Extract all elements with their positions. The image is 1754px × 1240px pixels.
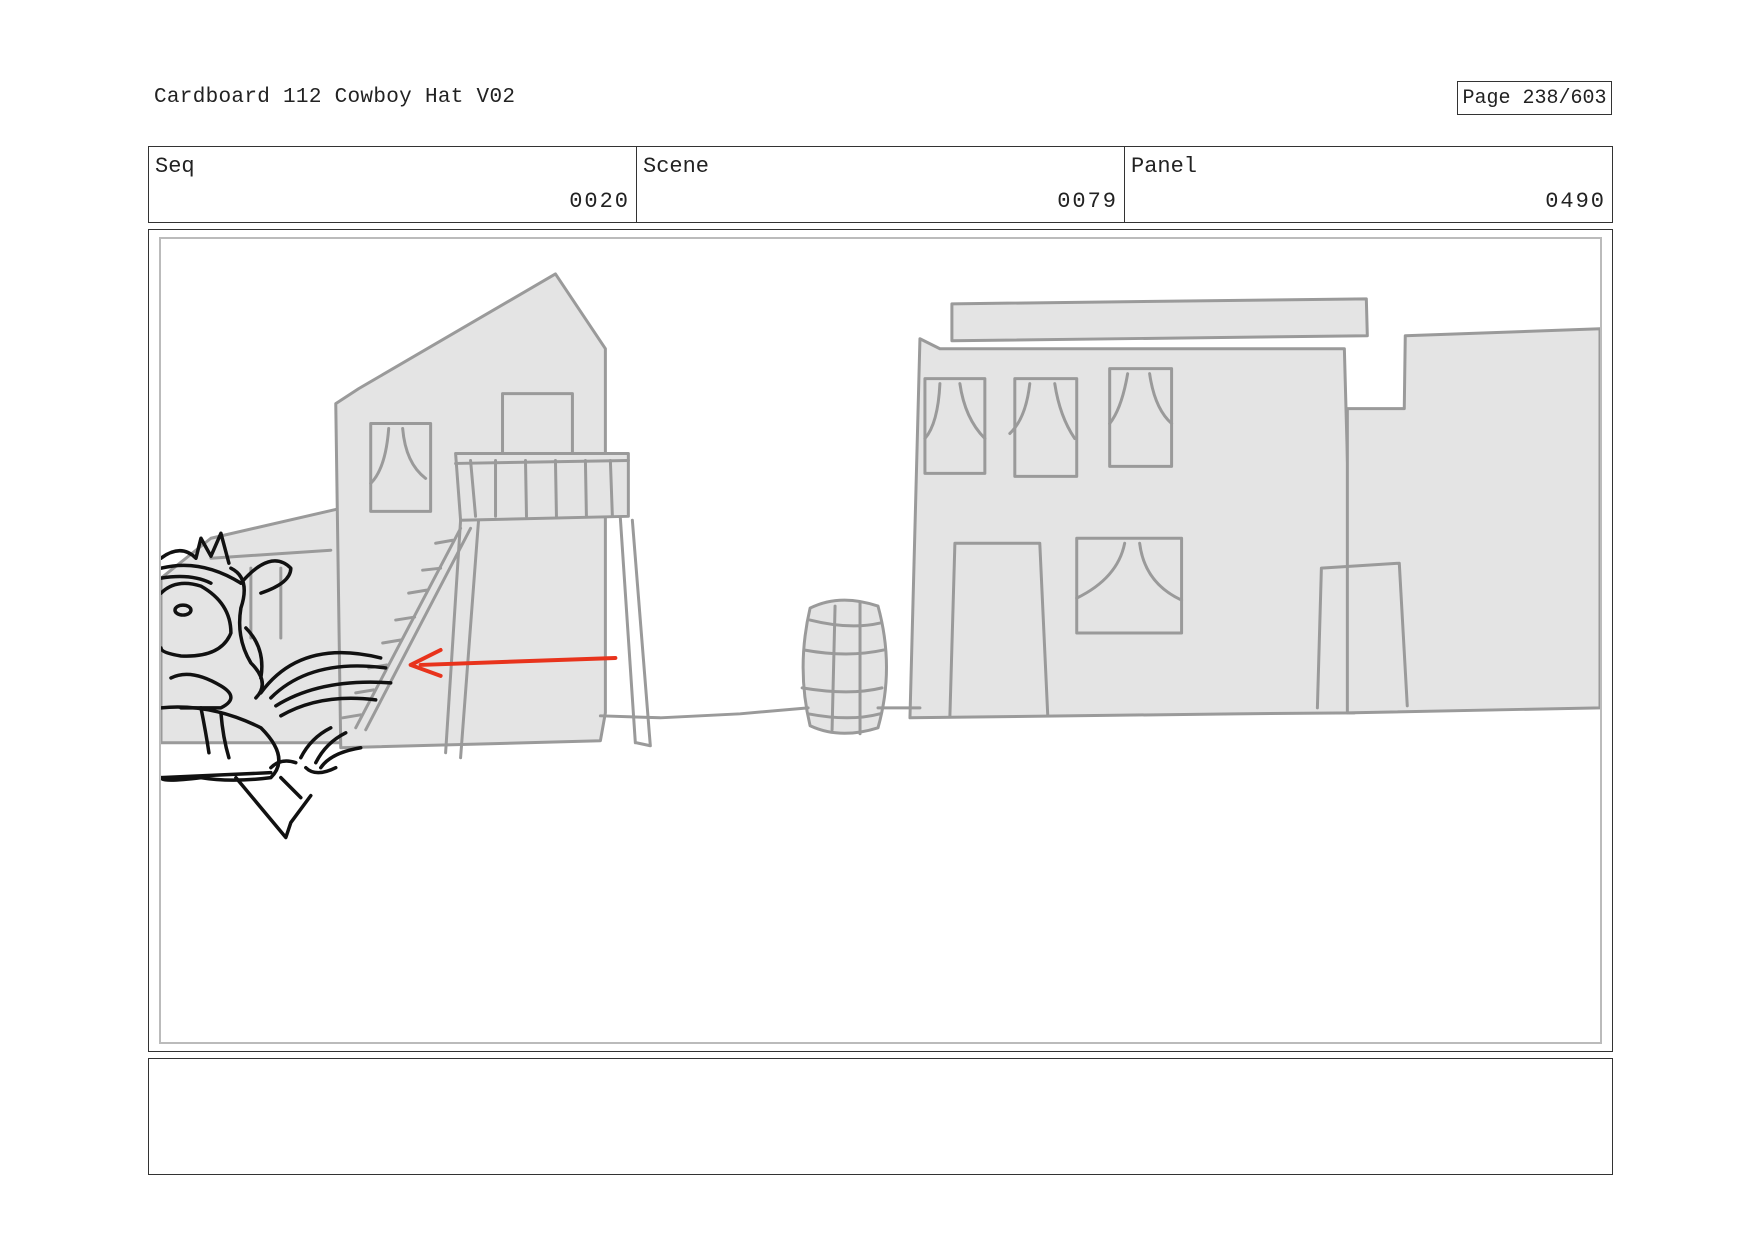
- right-building-sketch: [1345, 327, 1600, 715]
- saloon-roof-sketch: [950, 297, 1369, 343]
- scene-value: 0079: [1057, 189, 1118, 214]
- scene-cell: Scene 0079: [637, 147, 1125, 222]
- panel-label: Panel: [1131, 154, 1198, 179]
- page-number: Page 238/603: [1462, 86, 1607, 110]
- storyboard-sketch: [161, 272, 1600, 840]
- shot-info-table: Seq 0020 Scene 0079 Panel 0490: [148, 146, 1613, 223]
- seq-cell: Seq 0020: [149, 147, 637, 222]
- seq-label: Seq: [155, 154, 195, 179]
- seq-value: 0020: [569, 189, 630, 214]
- document-title: Cardboard 112 Cowboy Hat V02: [154, 86, 516, 109]
- panel-notes-box: [148, 1058, 1613, 1175]
- storyboard-panel-image: [159, 237, 1602, 1044]
- storyboard-panel-frame: [148, 229, 1613, 1052]
- saloon-building-sketch: [908, 337, 1356, 720]
- panel-value: 0490: [1545, 189, 1606, 214]
- scene-label: Scene: [643, 154, 710, 179]
- page-number-box: Page 238/603: [1457, 81, 1612, 115]
- panel-cell: Panel 0490: [1125, 147, 1612, 222]
